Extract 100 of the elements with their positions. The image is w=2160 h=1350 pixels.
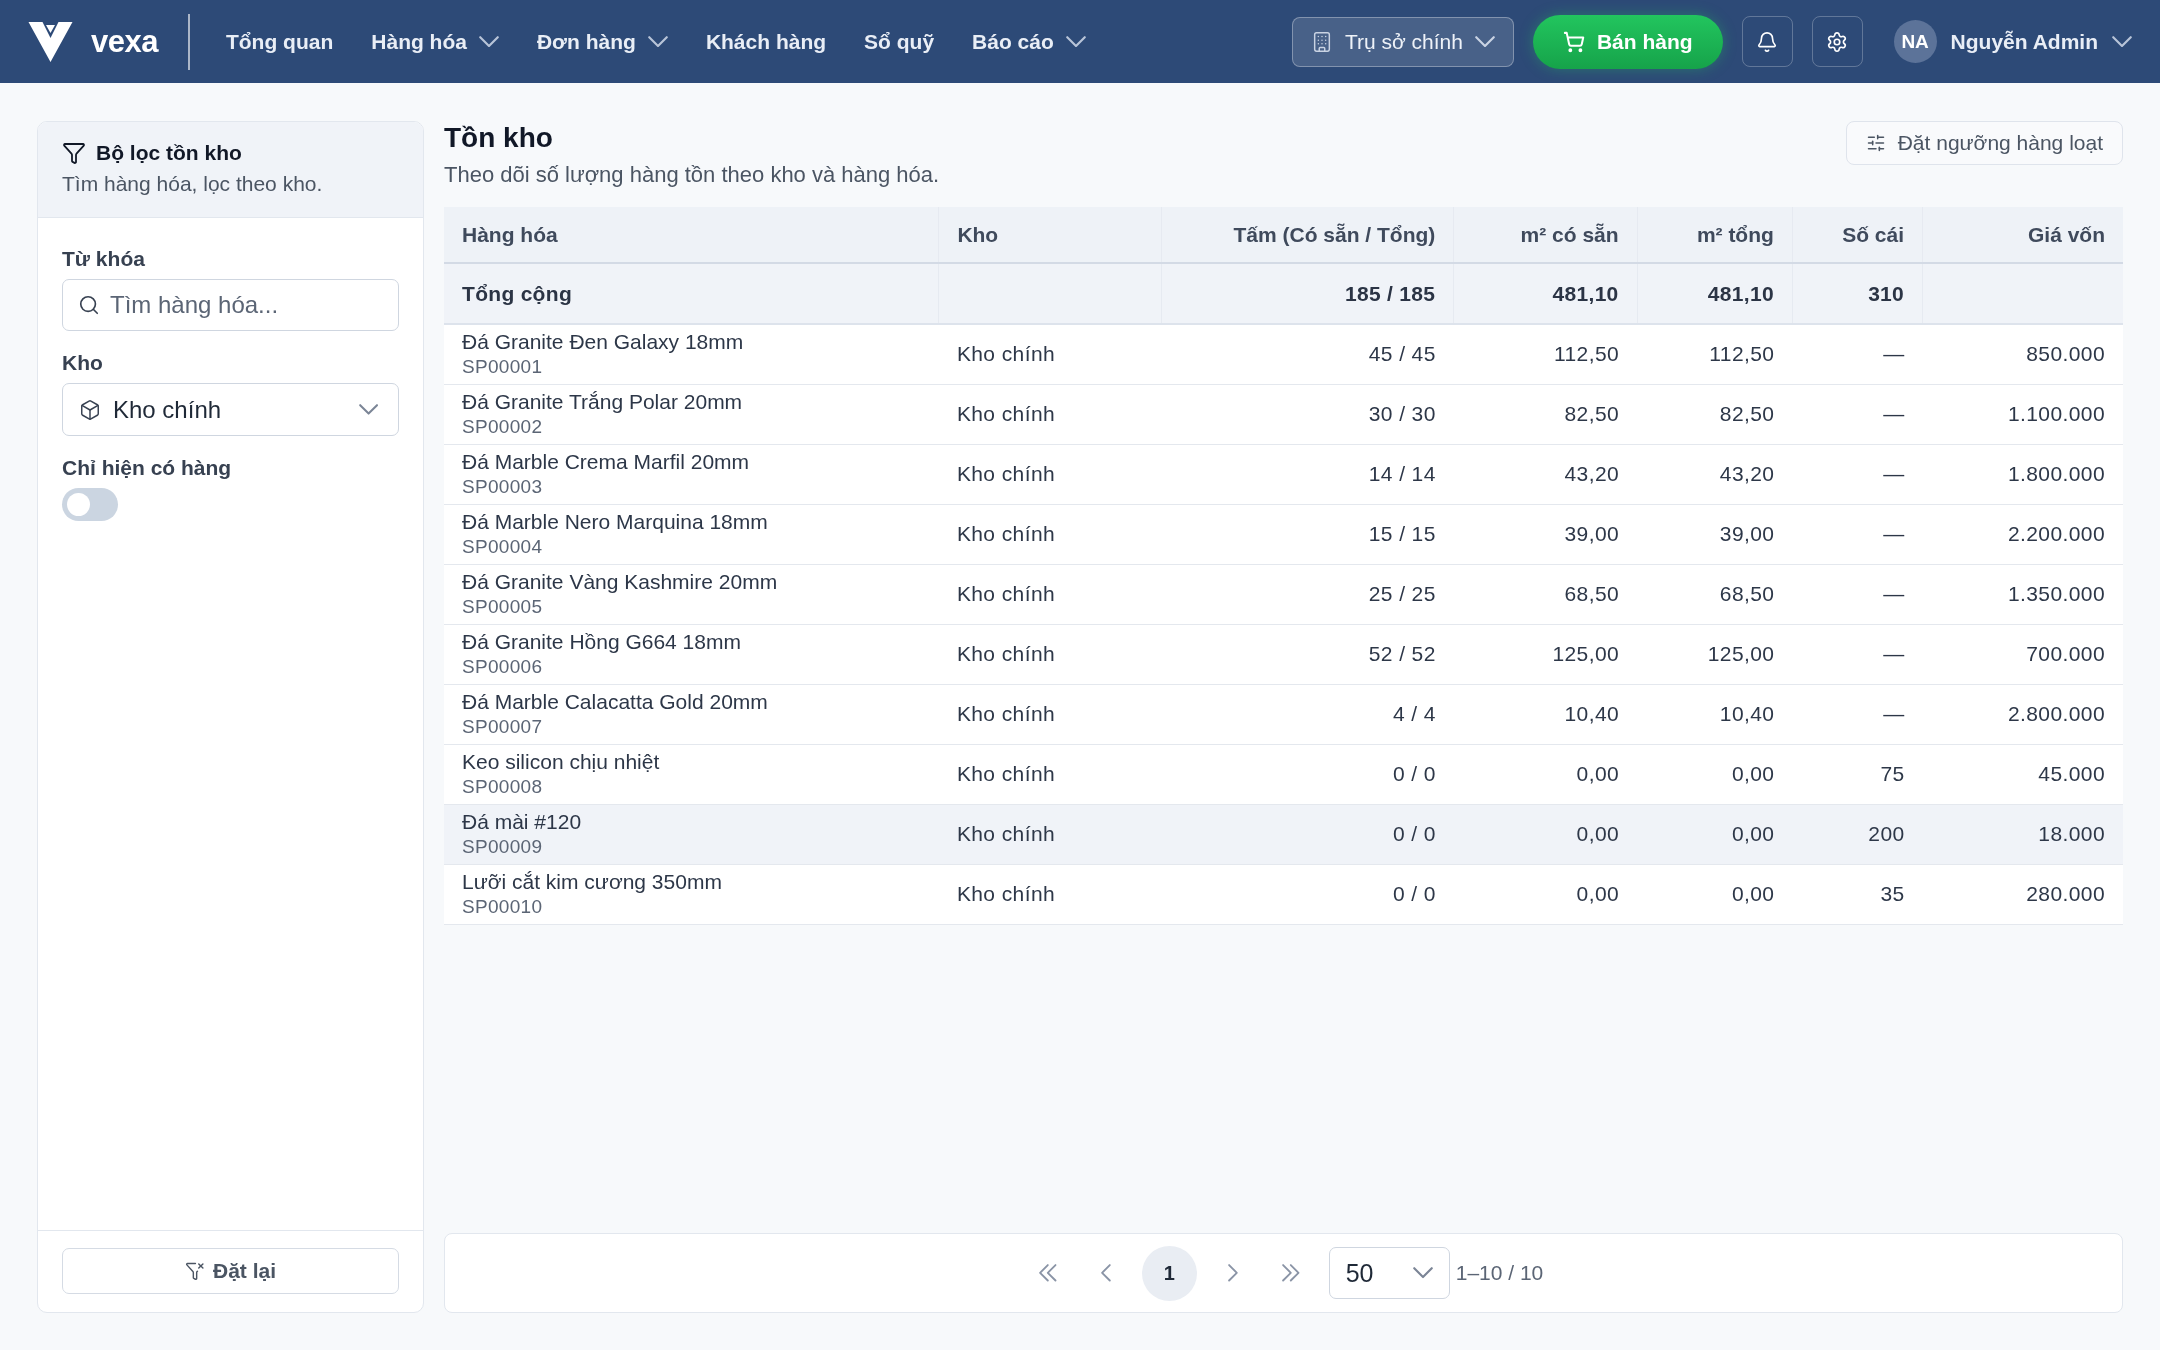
table-cell: 112,50 — [1453, 324, 1638, 384]
table-cell: 0 / 0 — [1161, 804, 1454, 864]
cart-icon — [1562, 30, 1585, 53]
table-cell: — — [1792, 504, 1923, 564]
notifications-button[interactable] — [1741, 16, 1793, 67]
user-avatar[interactable]: NA — [1893, 20, 1937, 63]
field-label: Kho — [62, 351, 103, 374]
table-cell: 25 / 25 — [1161, 564, 1454, 624]
table-cell: — — [1792, 384, 1923, 444]
table-cell: Kho chính — [938, 384, 1162, 444]
warehouse-select[interactable]: Kho chính — [62, 383, 399, 436]
table-cell: 280.000 — [1922, 864, 2123, 924]
table-cell: 39,00 — [1637, 504, 1793, 564]
nav-link[interactable]: Sổ quỹ — [864, 29, 935, 54]
table-cell: 39,00 — [1453, 504, 1638, 564]
table-cell: Kho chính — [938, 444, 1162, 504]
product-name: Đá Marble Nero Marquina 18mm — [462, 510, 768, 534]
column-header: Tấm (Có sẵn / Tổng) — [1161, 207, 1454, 263]
table-cell: 35 — [1792, 864, 1923, 924]
product-code: SP00001 — [462, 356, 543, 379]
table-row[interactable]: Đá Granite Vàng Kashmire 20mm SP00005 Kho chính 25 / 25 68,50 68,50 — 1.350.000 — [444, 564, 2123, 624]
product-name: Đá Granite Hồng G664 18mm — [462, 630, 741, 654]
table-row[interactable]: Đá Marble Crema Marfil 20mm SP00003 Kho chính 14 / 14 43,20 43,20 — 1.800.000 — [444, 444, 2123, 504]
page-range: 1–10 / 10 — [1455, 1261, 1544, 1285]
bell-icon — [1756, 30, 1779, 53]
table-row[interactable]: Đá Marble Nero Marquina 18mm SP00004 Kho chính 15 / 15 39,00 39,00 — 2.200.000 — [444, 504, 2123, 564]
toggle-switch[interactable] — [62, 488, 118, 521]
table-cell: 10,40 — [1453, 684, 1638, 744]
filter-title: Bộ lọc tồn kho — [96, 141, 242, 165]
table-cell: 30 / 30 — [1161, 384, 1454, 444]
table-cell: 18.000 — [1922, 804, 2123, 864]
table-cell: Kho chính — [938, 324, 1162, 384]
table-cell: Kho chính — [938, 624, 1162, 684]
product-name: Keo silicon chịu nhiệt — [462, 750, 660, 774]
nav-link[interactable]: Hàng hóa — [371, 29, 499, 54]
product-code: SP00003 — [462, 476, 543, 498]
table-cell: Kho chính — [938, 684, 1162, 744]
table-cell: 45.000 — [1922, 744, 2123, 804]
table-cell: 45 / 45 — [1161, 324, 1454, 384]
table-cell: 1.100.000 — [1922, 384, 2123, 444]
table-row[interactable]: Đá Marble Calacatta Gold 20mm SP00007 Kho chính 4 / 4 10,40 10,40 — 2.800.000 — [444, 684, 2123, 744]
product-code: SP00010 — [462, 896, 543, 918]
table-cell: 0,00 — [1453, 864, 1638, 924]
sliders-icon — [1865, 133, 1886, 153]
nav-link[interactable]: Tổng quan — [225, 29, 334, 54]
chevron-left-icon — [1100, 1264, 1111, 1282]
user-menu-button[interactable]: Nguyễn Admin — [1950, 29, 2132, 54]
table-cell: 1.350.000 — [1922, 564, 2123, 624]
funnel-x-icon — [185, 1261, 205, 1281]
nav-link[interactable]: Báo cáo — [972, 29, 1086, 54]
chevron-down-icon — [358, 404, 378, 415]
product-code: SP00008 — [462, 776, 543, 798]
table-cell: 112,50 — [1637, 324, 1793, 384]
table-row[interactable]: Đá Granite Đen Galaxy 18mm SP00001 Kho chính 45 / 45 112,50 112,50 — 850.000 — [444, 324, 2123, 384]
logo-text: vexa — [91, 23, 158, 60]
column-header: Hàng hóa — [444, 207, 939, 263]
table-cell: 82,50 — [1453, 384, 1638, 444]
logo-icon — [28, 21, 73, 62]
search-field[interactable]: Tìm hàng hóa... — [62, 279, 399, 331]
table-row[interactable]: Đá mài #120 SP00009 Kho chính 0 / 0 0,00 0,00 200 18.000 — [444, 804, 2123, 864]
table-cell: 14 / 14 — [1161, 444, 1454, 504]
table-row[interactable]: Lưỡi cắt kim cương 350mm SP00010 Kho chính 0 / 0 0,00 0,00 35 280.000 — [444, 864, 2123, 924]
table-cell: 700.000 — [1922, 624, 2123, 684]
table-row[interactable]: Đá Granite Trắng Polar 20mm SP00002 Kho chính 30 / 30 82,50 82,50 — 1.100.000 — [444, 384, 2123, 444]
page-size-select[interactable]: 50 — [1328, 1247, 1450, 1299]
reset-button[interactable]: Đặt lại — [62, 1248, 399, 1294]
table-cell: Kho chính — [938, 564, 1162, 624]
table-cell: Kho chính — [938, 744, 1162, 804]
branch-select[interactable]: Trụ sở chính — [1291, 16, 1514, 67]
product-name: Đá mài #120 — [462, 810, 582, 834]
nav-link[interactable]: Đơn hàng — [536, 29, 668, 54]
product-name: Đá Granite Đen Galaxy 18mm — [462, 330, 744, 355]
chevron-down-icon — [1065, 35, 1086, 48]
table-cell: — — [1792, 324, 1923, 384]
bulk-threshold-button[interactable]: Đặt ngưỡng hàng loạt — [1845, 121, 2123, 165]
table-row[interactable]: Keo silicon chịu nhiệt SP00008 Kho chính 0 / 0 0,00 0,00 75 45.000 — [444, 744, 2123, 804]
column-header: m² có sẵn — [1453, 207, 1638, 263]
product-code: SP00002 — [462, 416, 543, 438]
column-header: Kho — [938, 207, 1162, 263]
table-cell: 4 / 4 — [1161, 684, 1454, 744]
column-header: m² tổng — [1637, 207, 1793, 263]
product-code: SP00007 — [462, 716, 543, 738]
column-header: Giá vốn — [1922, 207, 2123, 263]
table-cell: 200 — [1792, 804, 1923, 864]
page-button[interactable]: 1 — [1141, 1245, 1197, 1301]
chevron-down-icon — [478, 35, 499, 48]
settings-button[interactable] — [1811, 16, 1863, 67]
product-name: Đá Marble Calacatta Gold 20mm — [462, 690, 768, 714]
table-row[interactable]: Đá Granite Hồng G664 18mm SP00006 Kho chính 52 / 52 125,00 125,00 — 700.000 — [444, 624, 2123, 684]
table-cell: 10,40 — [1637, 684, 1793, 744]
table-cell: 0 / 0 — [1161, 744, 1454, 804]
table-cell: 0,00 — [1453, 804, 1638, 864]
table-cell: 125,00 — [1453, 624, 1638, 684]
chevron-down-icon — [1412, 1267, 1433, 1279]
page-subtitle: Theo dõi số lượng hàng tồn theo kho và hàng hóa. — [444, 162, 940, 187]
table-cell: 0,00 — [1637, 804, 1793, 864]
chevron-down-icon — [647, 35, 668, 48]
field-label: Chỉ hiện có hàng — [62, 456, 232, 479]
table-cell: 52 / 52 — [1161, 624, 1454, 684]
nav-link[interactable]: Khách hàng — [705, 29, 827, 54]
